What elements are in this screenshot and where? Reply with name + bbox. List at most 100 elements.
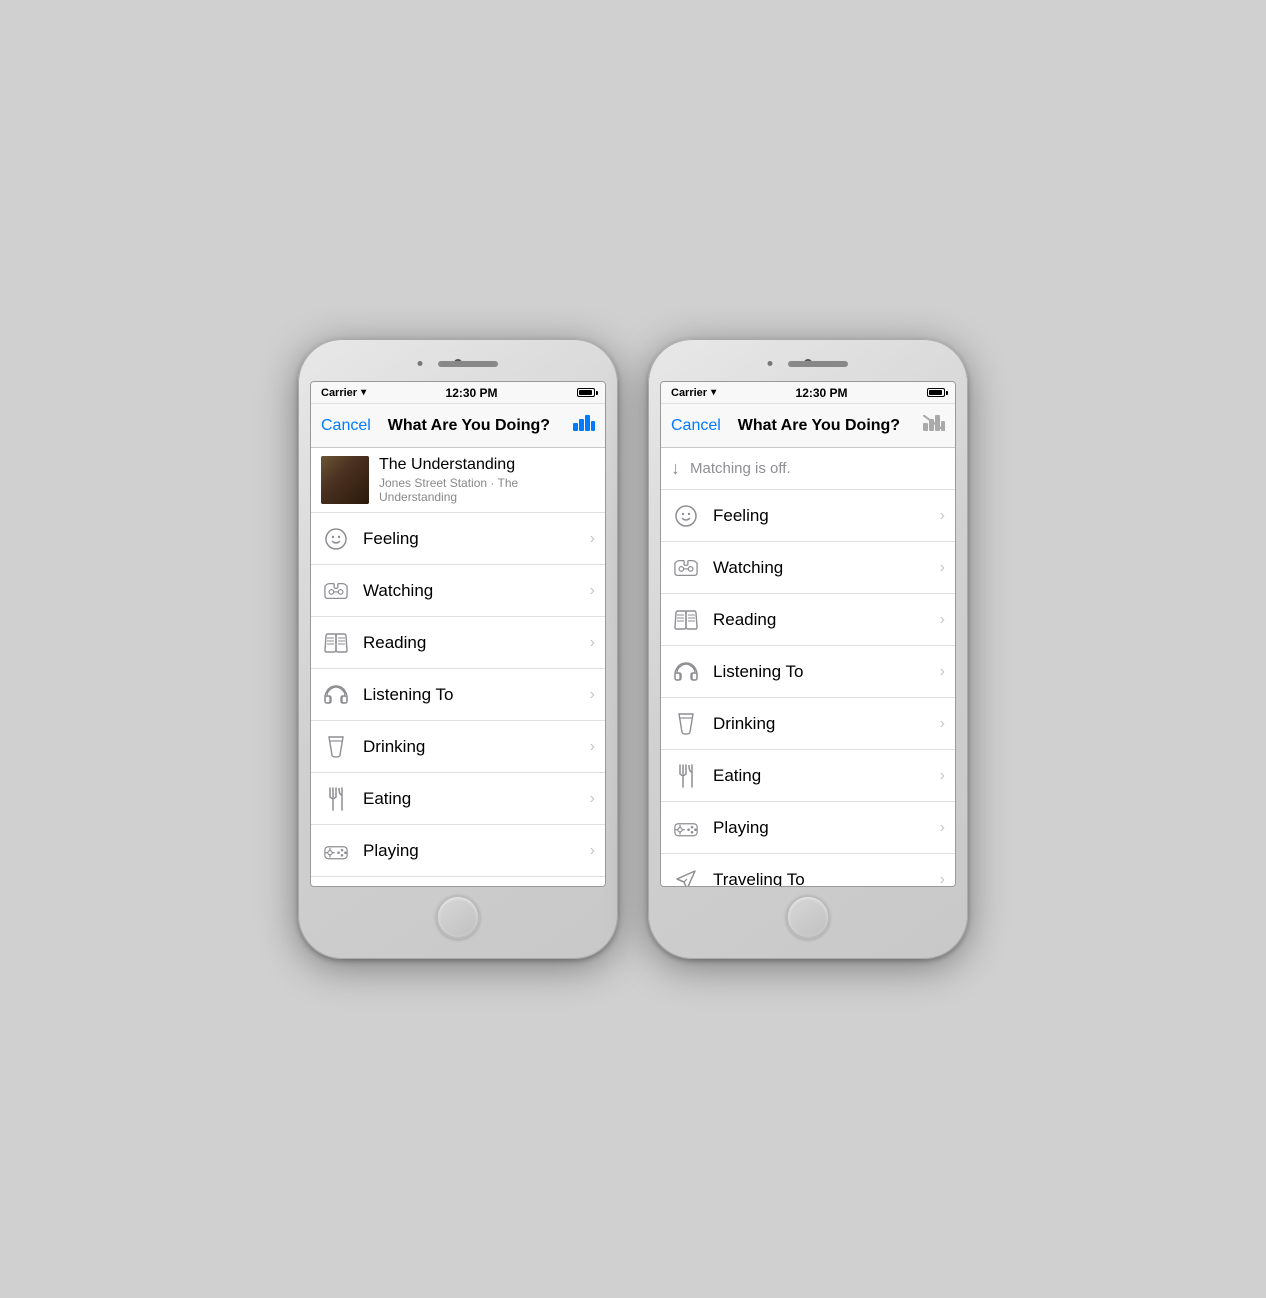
chevron-right-icon: › [940,767,945,785]
nav-bar: Cancel What Are You Doing? [311,404,605,448]
carrier-label: Carrier [321,387,357,399]
eating-label: Eating [713,766,940,786]
mic-dot [418,361,423,366]
matching-off-row: ↓Matching is off. [661,448,955,490]
nav-title: What Are You Doing? [388,417,550,435]
cancel-button[interactable]: Cancel [321,417,371,435]
phone-top [660,351,956,381]
song-title: The Understanding [379,456,595,474]
cancel-button[interactable]: Cancel [671,417,721,435]
eating-label: Eating [363,789,590,809]
list-item-watching[interactable]: Watching› [661,542,955,594]
listening-icon [671,657,701,687]
phone-screen: Carrier▾12:30 PMCancelWhat Are You Doing… [310,381,606,887]
feeling-label: Feeling [713,506,940,526]
home-button[interactable] [436,895,480,939]
status-left: Carrier ▾ [671,387,716,399]
status-right [927,388,945,397]
watching-label: Watching [713,558,940,578]
feeling-label: Feeling [363,529,590,549]
matching-text: Matching is off. [690,460,791,477]
album-art [321,456,369,504]
list-item-feeling[interactable]: Feeling› [661,490,955,542]
watching-icon [671,553,701,583]
drinking-label: Drinking [363,737,590,757]
phone-bottom [660,887,956,947]
eating-icon [671,761,701,791]
playing-icon [321,836,351,866]
eating-icon [321,784,351,814]
status-time: 12:30 PM [796,386,848,400]
phone-top [310,351,606,381]
reading-label: Reading [363,633,590,653]
chevron-right-icon: › [940,819,945,837]
nav-chart-icon[interactable] [567,415,595,436]
chevron-right-icon: › [590,582,595,600]
list-item-traveling[interactable]: Traveling To› [311,877,605,886]
list-item-drinking[interactable]: Drinking› [311,721,605,773]
chevron-right-icon: › [590,842,595,860]
list-item-feeling[interactable]: Feeling› [311,513,605,565]
list-item-listening[interactable]: Listening To› [661,646,955,698]
phone-right: Carrier ▾ 12:30 PM CancelWhat Are You Doing… [648,339,968,959]
phone-left: Carrier▾12:30 PMCancelWhat Are You Doing… [298,339,618,959]
watching-icon [321,576,351,606]
chevron-right-icon: › [940,559,945,577]
reading-icon [671,605,701,635]
chevron-right-icon: › [590,686,595,704]
status-bar: Carrier ▾ 12:30 PM [661,382,955,404]
scroll-area[interactable]: The Understanding Jones Street Station · … [311,448,605,886]
chevron-right-icon: › [590,790,595,808]
phone-bottom [310,887,606,947]
list-item-eating[interactable]: Eating› [661,750,955,802]
chevron-right-icon: › [940,507,945,525]
status-left: Carrier ▾ [321,387,366,399]
playing-label: Playing [363,841,590,861]
list-item-playing[interactable]: Playing› [661,802,955,854]
chevron-right-icon: › [590,738,595,756]
wifi-icon: ▾ [361,387,366,398]
listening-icon [321,680,351,710]
list-item-traveling[interactable]: Traveling To› [661,854,955,886]
drinking-icon [321,732,351,762]
phone-screen: Carrier ▾ 12:30 PM CancelWhat Are You Doing… [660,381,956,887]
feeling-icon [321,524,351,554]
playing-icon [671,813,701,843]
speaker [438,361,498,367]
list-item-listening[interactable]: Listening To› [311,669,605,721]
feeling-icon [671,501,701,531]
nav-chart-icon[interactable] [917,415,945,436]
list-item-reading[interactable]: Reading› [311,617,605,669]
watching-label: Watching [363,581,590,601]
album-art-inner [321,456,369,504]
chevron-right-icon: › [940,871,945,887]
chevron-right-icon: › [590,634,595,652]
chevron-right-icon: › [590,530,595,548]
list-item-drinking[interactable]: Drinking› [661,698,955,750]
chevron-right-icon: › [940,611,945,629]
song-subtitle: Jones Street Station · The Understanding [379,476,595,504]
list-item-eating[interactable]: Eating› [311,773,605,825]
playing-label: Playing [713,818,940,838]
list-item-playing[interactable]: Playing› [311,825,605,877]
song-info: The Understanding Jones Street Station · … [379,456,595,504]
list-item-watching[interactable]: Watching› [311,565,605,617]
carrier-label: Carrier [671,387,707,399]
wifi-icon: ▾ [711,387,716,398]
speaker [788,361,848,367]
battery-icon [577,388,595,397]
status-right [577,388,595,397]
status-bar: Carrier▾12:30 PM [311,382,605,404]
home-button[interactable] [786,895,830,939]
song-row: The Understanding Jones Street Station · … [311,448,605,513]
traveling-icon [671,865,701,887]
listening-label: Listening To [713,662,940,682]
nav-bar: CancelWhat Are You Doing? [661,404,955,448]
reading-icon [321,628,351,658]
traveling-label: Traveling To [713,870,940,887]
scroll-area[interactable]: ↓Matching is off. Feeling› Watching› Rea… [661,448,955,886]
listening-label: Listening To [363,685,590,705]
chevron-right-icon: › [940,715,945,733]
mic-dot [768,361,773,366]
list-item-reading[interactable]: Reading› [661,594,955,646]
